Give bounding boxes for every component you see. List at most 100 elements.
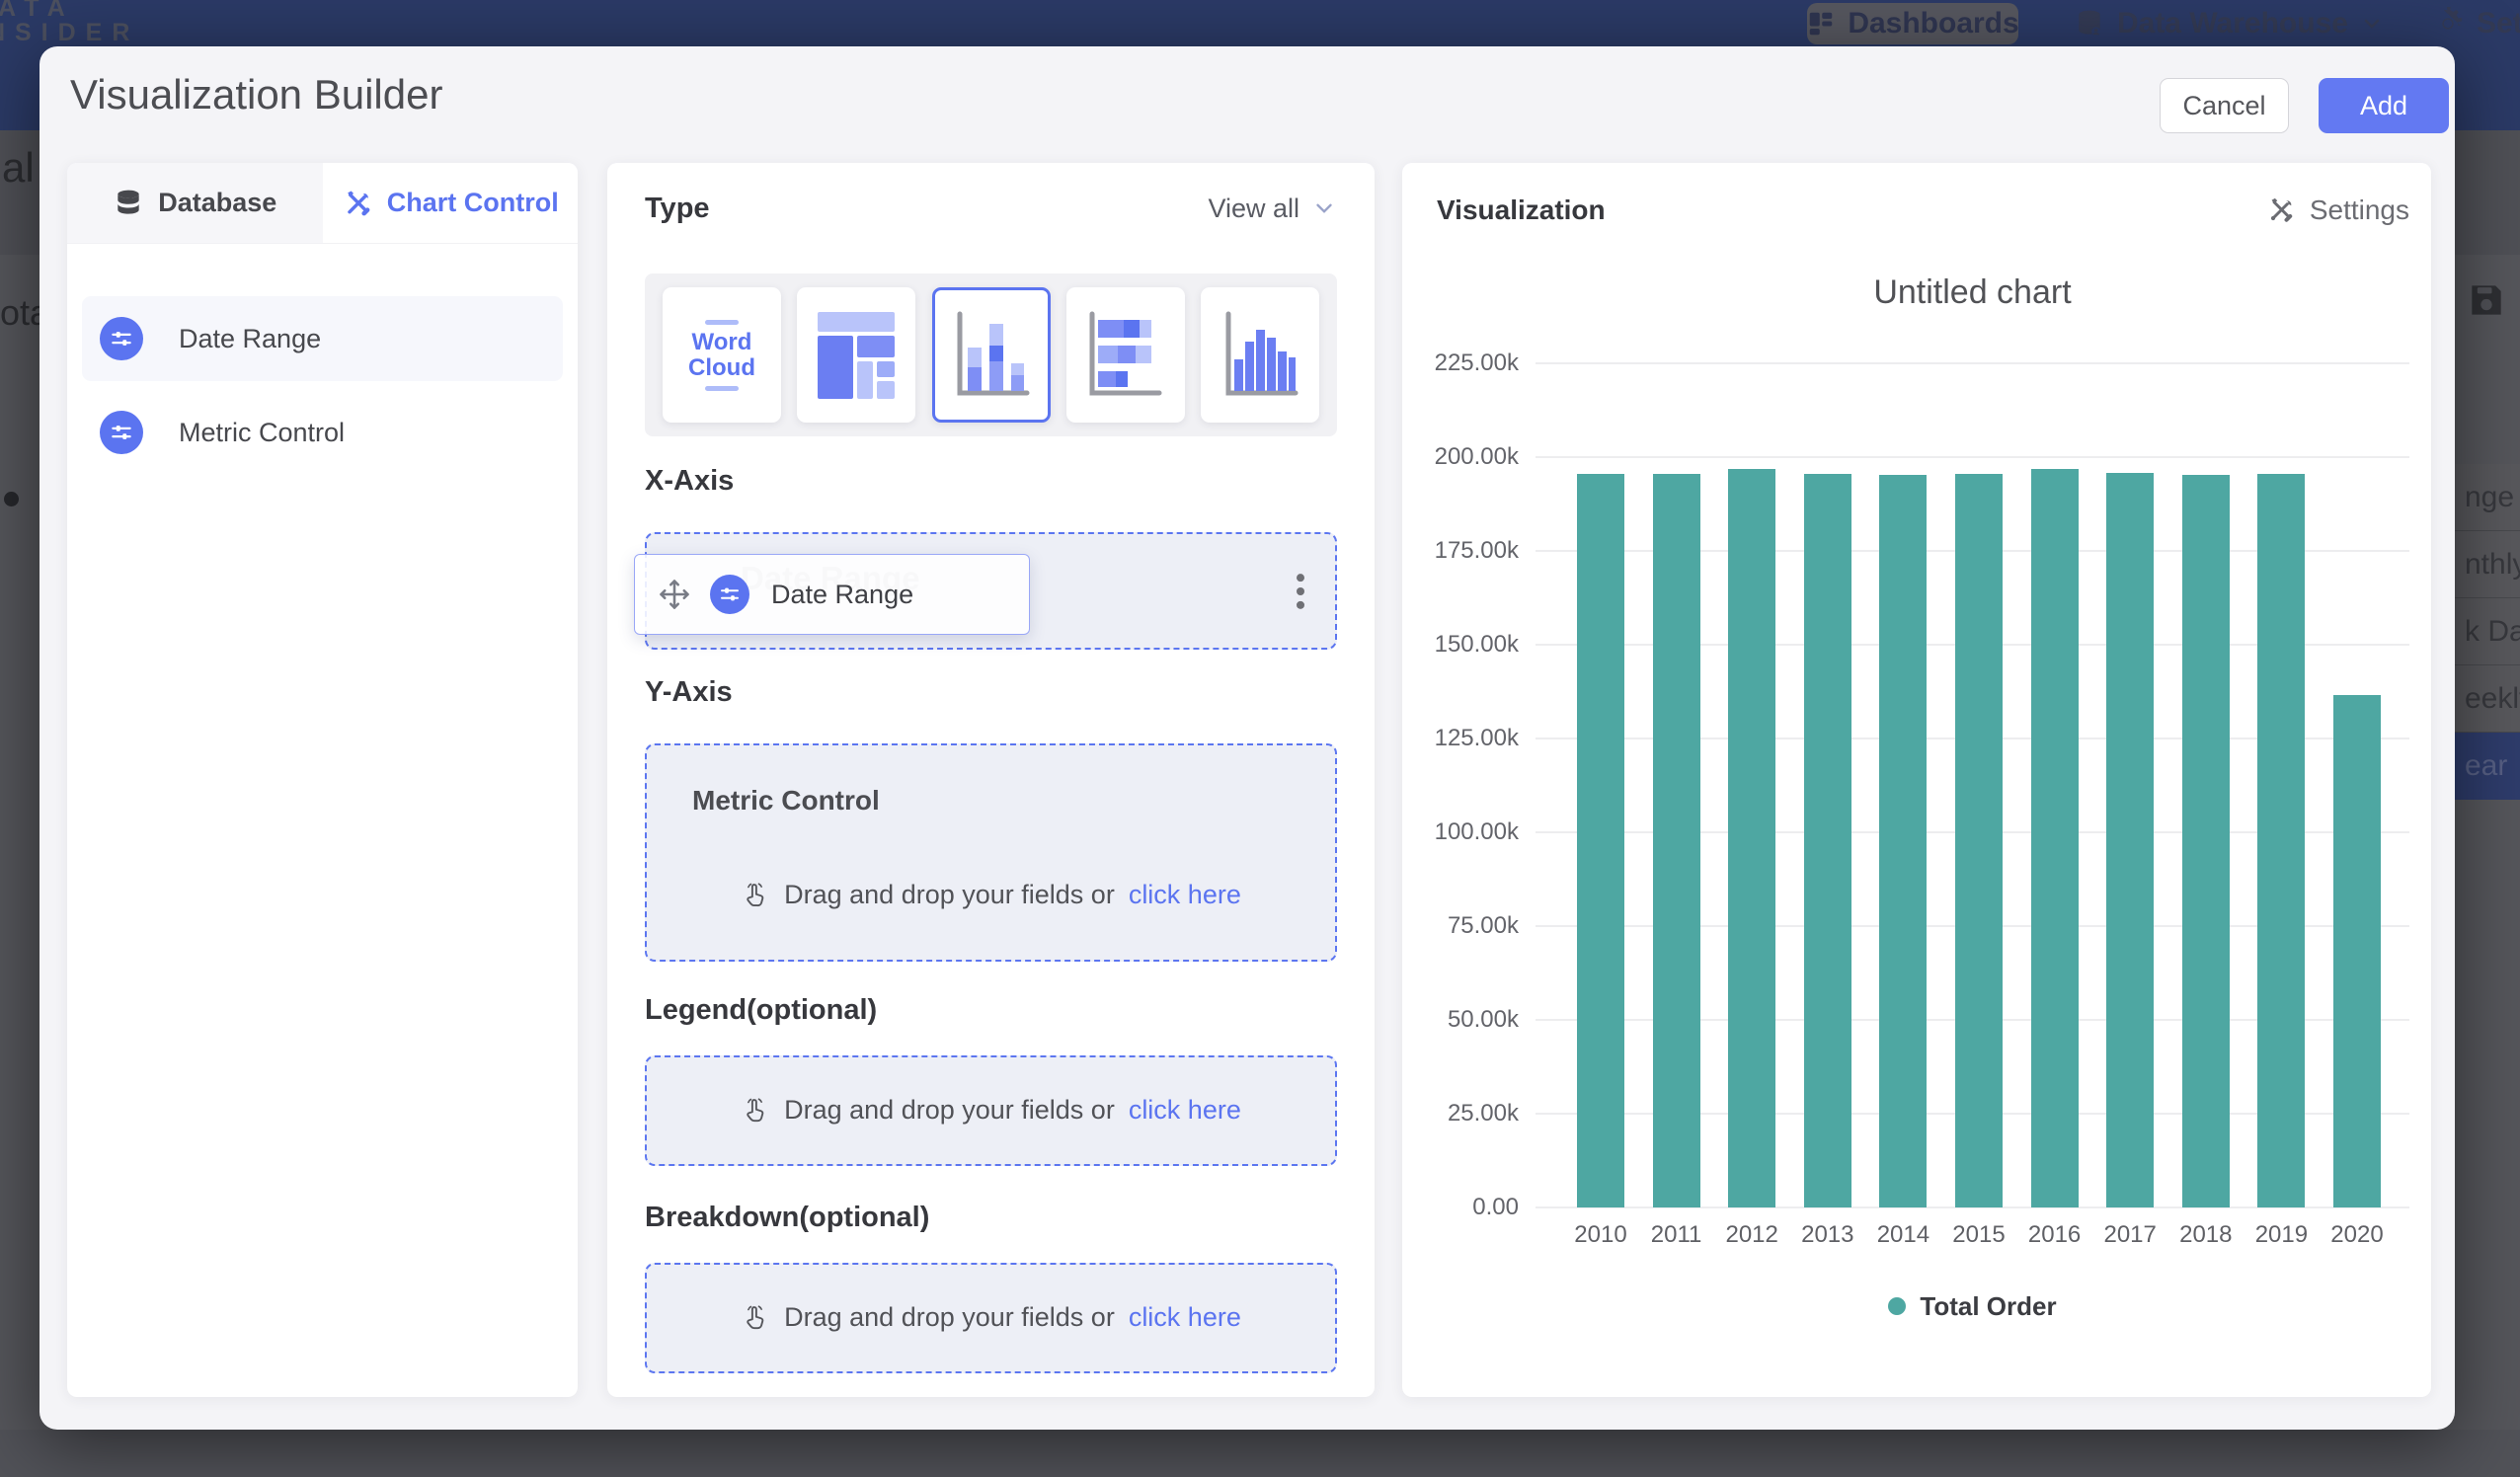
y-axis-tick-label: 25.00k [1405,1100,1519,1127]
chevron-down-icon [1311,195,1337,221]
bar-2018 [2182,475,2230,1207]
background-page-title-fragment: al [2,144,35,192]
y-axis-tick-label: 50.00k [1405,1006,1519,1034]
tab-label: Database [158,188,276,218]
sidebar-field-date-range[interactable]: Date Range [82,296,563,381]
legend-dropzone[interactable]: Drag and drop your fields or click here [645,1055,1337,1166]
chart-type-word-cloud[interactable]: Word Cloud [663,287,781,423]
tab-chart-control[interactable]: Chart Control [323,163,579,243]
x-axis-tick-label: 2014 [1865,1221,1940,1249]
drag-drop-hint: Drag and drop your fields or click here [647,880,1335,910]
database-icon [2074,8,2105,39]
word-cloud-mini-word [705,386,739,391]
legend-label: Legend(optional) [645,994,877,1027]
x-axis-tick-label: 2019 [2244,1221,2319,1249]
drag-drop-text: Drag and drop your fields or [784,1302,1115,1333]
x-axis-label: X-Axis [645,465,734,498]
click-here-link[interactable]: click here [1129,1095,1241,1126]
breakdown-optional-text: (optional) [799,1202,929,1233]
field-label: Metric Control [179,418,345,448]
sliders-icon [100,411,143,454]
bar-2019 [2257,474,2305,1207]
tab-database[interactable]: Database [67,163,323,243]
tab-label: Chart Control [387,188,559,218]
x-axis-tick-label: 2018 [2168,1221,2244,1249]
breakdown-label-text: Breakdown [645,1202,799,1233]
y-axis-tick-label: 75.00k [1405,912,1519,940]
app-logo: DATA INSIDER [0,0,139,45]
move-icon [657,577,692,612]
visualization-builder-modal: Visualization Builder Cancel Add Databas… [39,46,2455,1430]
drag-drop-hint: Drag and drop your fields or click here [647,1302,1335,1333]
breakdown-dropzone[interactable]: Drag and drop your fields or click here [645,1263,1337,1373]
more-options-icon[interactable] [1294,572,1307,611]
chart-type-stacked-column[interactable] [932,287,1051,423]
y-axis-tick-label: 125.00k [1405,725,1519,752]
x-axis-tick-label: 2017 [2092,1221,2167,1249]
x-axis-tick-label: 2013 [1790,1221,1865,1249]
click-here-link[interactable]: click here [1129,1302,1241,1333]
bar-2015 [1955,474,2003,1207]
y-axis-label: Y-Axis [645,676,733,709]
treemap-thumbnail [816,310,897,401]
stacked-column-thumbnail [950,308,1033,403]
y-axis-tick-label: 225.00k [1405,350,1519,377]
chevron-down-icon [2360,12,2384,36]
y-axis-dropzone[interactable]: Metric Control Drag and drop your fields… [645,743,1337,962]
x-axis-tick-label: 2020 [2320,1221,2395,1249]
word-cloud-mini-word [705,320,739,325]
gear-icon [2431,7,2465,40]
view-all-button[interactable]: View all [1208,194,1337,224]
background-bullet-dot [4,492,19,506]
bar-2013 [1804,474,1851,1207]
background-bottom-strip [0,1430,2520,1477]
chart-type-column[interactable] [1201,287,1319,423]
column-thumbnail [1219,308,1301,403]
modal-title: Visualization Builder [70,71,442,118]
chart-type-stacked-bar[interactable] [1066,287,1185,423]
legend-label-text: Legend [645,994,747,1026]
y-axis-tick-label: 100.00k [1405,818,1519,846]
nav-label: Settings [2477,7,2520,40]
drag-drop-hint: Drag and drop your fields or click here [647,1095,1335,1126]
y-axis-tick-label: 200.00k [1405,443,1519,471]
type-row: Type View all [645,187,1337,230]
logo-line-2: INSIDER [0,21,139,45]
nav-label: Dashboards [1848,7,2018,40]
chart-builder-panel: Type View all Word Cloud [607,163,1375,1397]
fields-panel: Database Chart Control Date Range Metric … [67,163,578,1397]
bar-2020 [2333,695,2381,1207]
grid-line [1536,362,2409,364]
grid-line [1536,456,2409,458]
sliders-icon [100,317,143,360]
legend-dot [1888,1297,1906,1315]
field-list: Date Range Metric Control [67,296,578,475]
word-cloud-text: Cloud [688,355,755,381]
word-cloud-thumbnail: Word Cloud [688,315,755,396]
stacked-bar-thumbnail [1084,308,1167,403]
x-axis-dropzone[interactable]: Date Range Date Range [645,532,1337,650]
cancel-button[interactable]: Cancel [2160,78,2289,133]
metric-control-title: Metric Control [692,785,880,816]
tools-icon [342,188,373,219]
click-here-link[interactable]: click here [1129,880,1241,910]
legend-optional-text: (optional) [747,994,877,1026]
y-axis-tick-label: 175.00k [1405,537,1519,565]
legend-label: Total Order [1920,1291,2056,1322]
nav-item-dashboards: Dashboards [1807,3,2018,44]
chart-type-treemap[interactable] [797,287,915,423]
bar-chart: 225.00k200.00k175.00k150.00k125.00k100.0… [1402,163,2431,1397]
x-axis-tick-label: 2010 [1563,1221,1638,1249]
sidebar-field-metric-control[interactable]: Metric Control [82,390,563,475]
nav-item-settings: Settings [2431,0,2520,46]
drag-drop-text: Drag and drop your fields or [784,1095,1115,1126]
word-cloud-text: Word [692,330,752,355]
bar-2017 [2106,473,2154,1207]
add-button[interactable]: Add [2319,78,2449,133]
tap-hand-icon [741,881,770,910]
date-range-chip[interactable]: Date Range [634,554,1030,635]
fields-panel-tabs: Database Chart Control [67,163,578,244]
chart-type-strip: Word Cloud [645,273,1337,436]
visualization-panel: Visualization Settings Untitled chart 22… [1402,163,2431,1397]
database-icon [113,188,144,219]
